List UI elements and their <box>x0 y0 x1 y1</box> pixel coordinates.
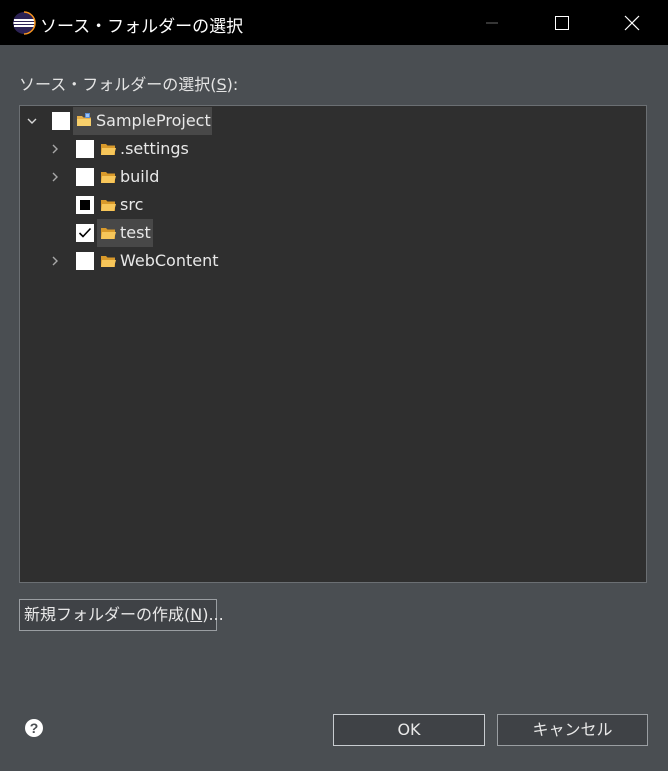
new-folder-prefix: 新規フォルダーの作成( <box>24 605 191 624</box>
chevron-down-icon[interactable] <box>25 114 39 128</box>
new-folder-mnemonic: N <box>190 605 203 624</box>
tree-row-build[interactable]: build <box>20 163 646 191</box>
chevron-right-icon[interactable] <box>48 254 62 268</box>
maximize-icon <box>555 15 569 30</box>
checkbox-test[interactable] <box>76 224 94 242</box>
tree-label-build[interactable]: build <box>118 166 161 188</box>
tree-label-test[interactable]: test <box>118 222 153 244</box>
new-folder-suffix: )... <box>202 605 224 624</box>
svg-text:?: ? <box>30 720 39 736</box>
folder-icon <box>101 200 116 211</box>
tree-label-sampleproject[interactable]: SampleProject <box>94 110 213 132</box>
checkmark-icon <box>78 227 92 238</box>
project-folder-icon <box>77 113 91 126</box>
tree-row-sampleproject[interactable]: SampleProject <box>20 107 646 135</box>
new-folder-button[interactable]: 新規フォルダーの作成(N)... <box>19 599 224 631</box>
tree-row-webcontent[interactable]: WebContent <box>20 247 646 275</box>
close-button[interactable] <box>605 0 659 45</box>
tree-label-src[interactable]: src <box>118 194 145 216</box>
tree-row-src[interactable]: src <box>20 191 646 219</box>
eclipse-icon <box>12 11 36 35</box>
title-bar[interactable]: ソース・フォルダーの選択 <box>0 0 668 45</box>
checkbox-src[interactable] <box>76 196 94 214</box>
help-icon[interactable]: ? <box>24 718 44 738</box>
tree-row-test[interactable]: test <box>20 219 646 247</box>
cancel-button[interactable]: キャンセル <box>497 714 648 746</box>
folder-icon <box>101 256 116 267</box>
folder-tree[interactable]: SampleProject .settings build src test W… <box>19 105 647 583</box>
label-suffix: ): <box>226 75 239 94</box>
chevron-right-icon[interactable] <box>48 170 62 184</box>
tree-label-webcontent[interactable]: WebContent <box>118 250 221 272</box>
source-folder-label: ソース・フォルダーの選択(S): <box>19 71 238 95</box>
checkbox-sampleproject[interactable] <box>52 112 70 130</box>
tree-label-settings[interactable]: .settings <box>118 138 191 160</box>
minimize-button[interactable] <box>465 0 519 45</box>
checkbox-settings[interactable] <box>76 140 94 158</box>
tree-row-settings[interactable]: .settings <box>20 135 646 163</box>
folder-icon <box>101 172 116 183</box>
ok-button[interactable]: OK <box>333 714 485 746</box>
label-prefix: ソース・フォルダーの選択( <box>19 75 217 94</box>
checkbox-build[interactable] <box>76 168 94 186</box>
folder-icon <box>101 228 116 239</box>
close-icon <box>624 15 640 30</box>
checkbox-webcontent[interactable] <box>76 252 94 270</box>
minimize-icon <box>486 22 498 23</box>
folder-icon <box>101 144 116 155</box>
maximize-button[interactable] <box>535 0 589 45</box>
window-title: ソース・フォルダーの選択 <box>40 17 244 37</box>
label-mnemonic: S <box>216 75 227 94</box>
chevron-right-icon[interactable] <box>48 142 62 156</box>
